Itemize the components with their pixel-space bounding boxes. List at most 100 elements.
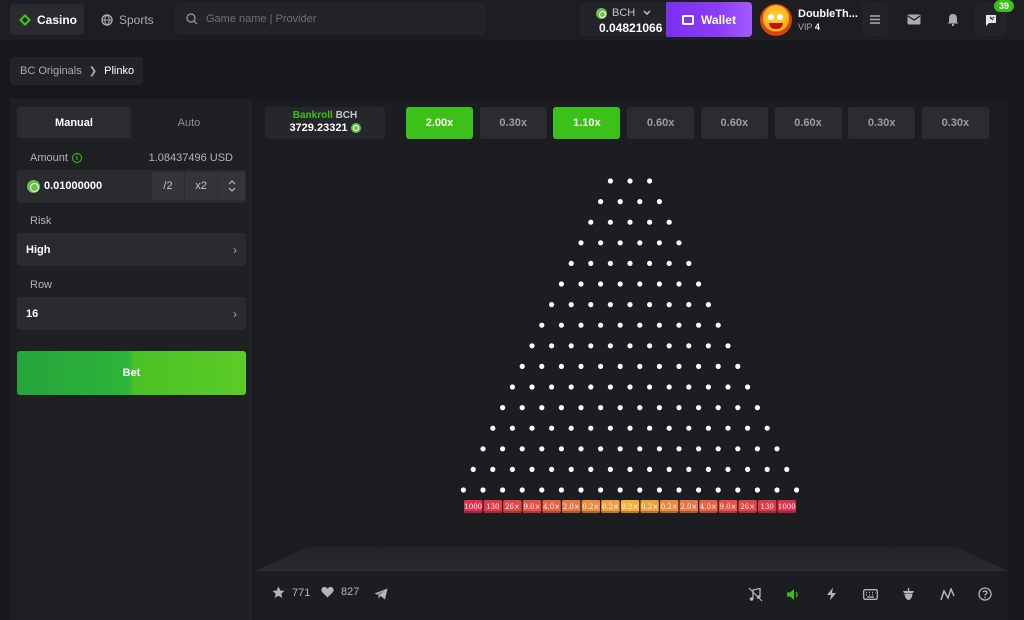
top-bar: Casino Sports BCH 0.04821066 Wallet Doub…: [0, 0, 1024, 40]
sound-button[interactable]: [784, 585, 802, 603]
plinko-peg: [519, 363, 525, 369]
plinko-peg: [745, 425, 751, 431]
plinko-peg: [696, 281, 702, 287]
like-stat[interactable]: 827: [321, 586, 359, 598]
user-profile[interactable]: DoubleTh... VIP 4: [760, 2, 860, 37]
plinko-peg: [539, 405, 545, 411]
nav-casino-button[interactable]: Casino: [10, 4, 84, 35]
plinko-peg: [578, 363, 584, 369]
plinko-peg: [549, 384, 555, 390]
plinko-peg: [676, 446, 682, 452]
double-amount-button[interactable]: x2: [185, 172, 217, 200]
chevron-right-icon: ›: [233, 307, 237, 321]
plinko-peg: [666, 343, 672, 349]
question-icon: [978, 587, 992, 601]
amount-stepper[interactable]: [218, 172, 245, 200]
history-chip[interactable]: 0.60x: [774, 107, 842, 139]
right-gutter: [1008, 99, 1024, 620]
history-chip[interactable]: 0.30x: [479, 107, 547, 139]
plinko-peg: [784, 466, 790, 472]
history-chip[interactable]: 2.00x: [406, 107, 473, 139]
history-chip[interactable]: 1.10x: [553, 107, 621, 139]
hotkeys-button[interactable]: [861, 585, 879, 603]
breadcrumb-current: Plinko: [104, 65, 135, 77]
fairness-button[interactable]: [899, 585, 917, 603]
mail-button[interactable]: [898, 3, 930, 36]
wallet-button[interactable]: Wallet: [666, 2, 752, 37]
stats-button[interactable]: [938, 585, 956, 603]
speaker-icon: [786, 588, 798, 600]
telegram-icon: [374, 588, 388, 600]
plinko-peg: [617, 281, 623, 287]
plinko-peg: [617, 446, 623, 452]
amount-input[interactable]: 0.01000000 /2 x2: [17, 170, 246, 203]
info-icon[interactable]: i: [71, 153, 82, 163]
plinko-peg: [549, 425, 555, 431]
plinko-peg: [715, 487, 721, 493]
help-button[interactable]: [976, 585, 994, 603]
row-value: 16: [26, 307, 39, 320]
share-button[interactable]: [372, 585, 390, 603]
game-area: Bankroll BCH 3729.23321 2.00x 0.30x 1.10x 0…: [255, 99, 1008, 620]
plinko-peg: [735, 405, 741, 411]
multiplier-label: 9.0×: [524, 503, 541, 511]
music-button[interactable]: [746, 585, 764, 603]
notification-button[interactable]: [937, 3, 969, 36]
plinko-peg: [705, 384, 711, 390]
half-amount-button[interactable]: /2: [152, 172, 184, 200]
tab-auto[interactable]: Auto: [132, 107, 246, 138]
multiplier-label: 0.2×: [641, 503, 658, 511]
multiplier-label: 2.0×: [563, 503, 580, 511]
risk-select[interactable]: High ›: [17, 233, 246, 266]
nav-sports-label: Sports: [119, 12, 154, 27]
multiplier-label: 130: [486, 503, 499, 511]
row-select[interactable]: 16 ›: [17, 297, 246, 330]
search-icon: [186, 13, 198, 25]
menu-button[interactable]: [862, 3, 888, 36]
plinko-peg: [549, 302, 555, 308]
plinko-peg: [627, 219, 633, 225]
plinko-peg: [637, 199, 643, 205]
balance-selector[interactable]: BCH 0.04821066: [580, 3, 666, 36]
likes-count: 827: [341, 586, 360, 598]
plinko-peg: [676, 363, 682, 369]
plinko-peg: [627, 260, 633, 266]
chevron-down-icon: [643, 10, 651, 15]
plinko-peg: [656, 322, 662, 328]
plinko-peg: [617, 322, 623, 328]
plinko-peg: [568, 260, 574, 266]
multiplier-label: 0.2×: [582, 503, 599, 511]
plinko-peg: [607, 384, 613, 390]
tab-manual[interactable]: Manual: [17, 107, 131, 138]
plinko-peg: [480, 446, 486, 452]
plinko-peg: [754, 405, 760, 411]
nav-sports-button[interactable]: Sports: [94, 4, 164, 35]
plinko-peg: [725, 425, 731, 431]
vip-prefix: VIP: [798, 21, 813, 32]
turbo-button[interactable]: [822, 585, 840, 603]
plinko-peg: [745, 466, 751, 472]
plinko-peg: [578, 240, 584, 246]
plinko-peg: [774, 487, 780, 493]
plinko-peg: [598, 322, 604, 328]
plinko-peg: [686, 260, 692, 266]
breadcrumb-parent-link[interactable]: BC Originals: [20, 65, 82, 77]
plinko-peg: [509, 425, 515, 431]
plinko-peg: [568, 466, 574, 472]
keyboard-icon: [862, 588, 878, 600]
avatar: [760, 3, 792, 36]
history-chip[interactable]: 0.30x: [921, 107, 989, 139]
history-chip[interactable]: 0.60x: [627, 107, 695, 139]
history-chip[interactable]: 0.30x: [848, 107, 916, 139]
bet-button[interactable]: Bet: [17, 351, 246, 395]
plinko-peg: [607, 425, 613, 431]
lightning-icon: [826, 587, 836, 601]
history-chip[interactable]: 0.60x: [700, 107, 768, 139]
search-input[interactable]: [206, 13, 456, 25]
plinko-peg: [686, 384, 692, 390]
plinko-peg: [725, 384, 731, 390]
plinko-peg: [617, 199, 623, 205]
plinko-peg: [549, 466, 555, 472]
favorite-stat[interactable]: 771: [272, 586, 310, 599]
multiplier-slot: 1000: [464, 500, 483, 513]
